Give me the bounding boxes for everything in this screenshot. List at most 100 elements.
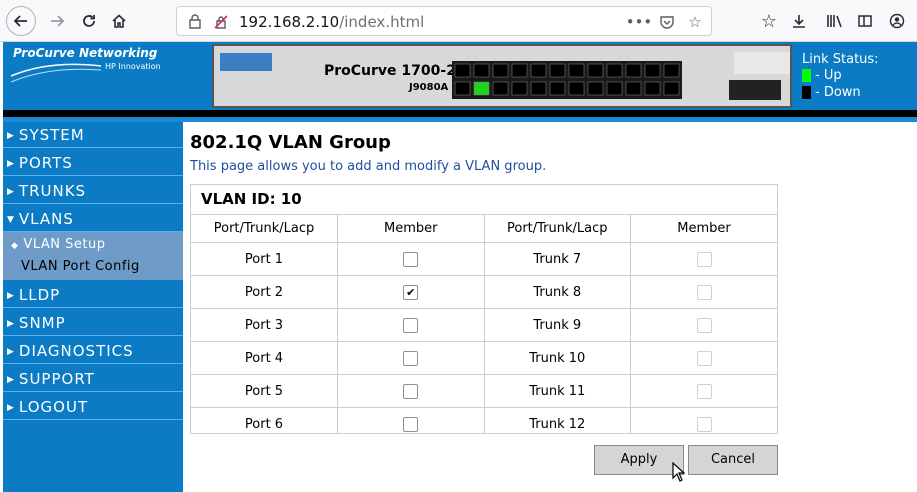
sidebar-item-label: SNMP — [18, 314, 66, 332]
page-content: ProCurve Networking HP Innovation ProCur… — [3, 42, 917, 492]
sidebar-item-label: TRUNKS — [18, 182, 87, 200]
library-button[interactable] — [820, 6, 850, 36]
cancel-button[interactable]: Cancel — [688, 445, 778, 475]
member-checkbox[interactable] — [696, 317, 712, 333]
sidebar-item-label: LLDP — [18, 286, 61, 304]
table-header-row: Port/Trunk/Lacp Member Port/Trunk/Lacp M… — [191, 215, 777, 243]
link-up-label: - Up — [815, 68, 842, 83]
sidebar-item-lldp[interactable]: ▶ LLDP — [3, 282, 183, 308]
member-checkbox[interactable] — [696, 284, 712, 300]
member-checkbox[interactable] — [696, 416, 712, 432]
arrow-right-icon: ▶ — [7, 186, 15, 197]
right-port-label: Trunk 10 — [484, 341, 631, 375]
sidebar-item-logout[interactable]: ▶ LOGOUT — [3, 394, 183, 420]
member-checkbox[interactable] — [696, 383, 712, 399]
right-port-label: Trunk 12 — [484, 407, 631, 433]
reader-star-button[interactable]: ☆ — [754, 6, 784, 36]
forward-button[interactable] — [42, 6, 72, 36]
table-row: Port 3 Trunk 9 — [191, 308, 777, 342]
member-checkbox[interactable] — [403, 350, 419, 366]
table-row: Port 2 ✔ Trunk 8 — [191, 275, 777, 309]
bookmark-star-icon[interactable]: ☆ — [685, 12, 705, 32]
sidebar-item-ports[interactable]: ▶ PORTS — [3, 150, 183, 176]
right-member-cell — [630, 275, 777, 309]
column-header: Member — [337, 215, 485, 243]
member-checkbox[interactable] — [696, 251, 712, 267]
switch-model: ProCurve 1700-24 — [324, 63, 466, 79]
diamond-bullet-icon: ◆ — [11, 241, 19, 251]
column-header: Port/Trunk/Lacp — [191, 215, 338, 243]
sidebar-nav: ▶ SYSTEM ▶ PORTS ▶ TRUNKS ▼ VLANS ◆ VLAN Setu… — [3, 122, 183, 492]
right-port-label: Trunk 9 — [484, 308, 631, 342]
submenu-item-label: VLAN Setup — [23, 237, 106, 252]
page-actions-icon[interactable]: ••• — [626, 12, 653, 32]
account-button[interactable] — [882, 6, 912, 36]
right-member-cell — [630, 407, 777, 433]
table-body: Port 1 Trunk 7 Port 2 ✔ Trunk 8 Port 3 Trunk 9… — [191, 242, 777, 433]
forward-arrow-icon — [51, 15, 65, 27]
member-checkbox[interactable] — [403, 383, 419, 399]
sidebar-item-vlans[interactable]: ▼ VLANS — [3, 206, 183, 232]
insecure-lock-icon[interactable] — [211, 12, 231, 32]
reload-button[interactable] — [74, 6, 104, 36]
left-member-cell — [337, 242, 485, 276]
back-button[interactable] — [6, 6, 36, 36]
right-member-cell — [630, 308, 777, 342]
page-title: 802.1Q VLAN Group — [190, 132, 391, 153]
pocket-icon[interactable] — [657, 12, 677, 32]
mouse-cursor-icon — [672, 462, 686, 482]
table-row: Port 1 Trunk 7 — [191, 242, 777, 276]
link-status-title: Link Status: — [802, 52, 879, 67]
sidebar-button[interactable] — [850, 6, 880, 36]
sidebar-item-trunks[interactable]: ▶ TRUNKS — [3, 178, 183, 204]
logo-swoosh-icon — [10, 63, 102, 83]
home-button[interactable] — [104, 6, 134, 36]
url-text: 192.168.2.10/index.html — [239, 13, 424, 31]
url-bar[interactable]: 192.168.2.10/index.html ••• ☆ — [176, 6, 712, 36]
column-header: Port/Trunk/Lacp — [484, 215, 631, 243]
downloads-button[interactable] — [784, 6, 814, 36]
member-checkbox[interactable] — [696, 350, 712, 366]
url-host: 192.168.2.10 — [239, 13, 340, 31]
sidebar-item-label: DIAGNOSTICS — [18, 342, 134, 360]
arrow-right-icon: ▶ — [7, 346, 15, 357]
switch-brand-logo — [734, 52, 790, 74]
apply-button[interactable]: Apply — [594, 445, 684, 475]
submenu-item-vlan-port-config[interactable]: VLAN Port Config — [3, 256, 183, 278]
left-member-cell — [337, 341, 485, 375]
sidebar-item-snmp[interactable]: ▶ SNMP — [3, 310, 183, 336]
sidebar-item-label: LOGOUT — [18, 398, 89, 416]
right-port-label: Trunk 7 — [484, 242, 631, 276]
page-info-icon[interactable] — [185, 12, 205, 32]
submenu-item-label: VLAN Port Config — [21, 259, 140, 274]
sidebar-icon — [858, 15, 872, 27]
down-color-swatch — [802, 86, 811, 99]
sidebar-item-system[interactable]: ▶ SYSTEM — [3, 122, 183, 148]
sidebar-item-support[interactable]: ▶ SUPPORT — [3, 366, 183, 392]
left-port-label: Port 3 — [191, 308, 338, 342]
browser-toolbar: 192.168.2.10/index.html ••• ☆ ☆ — [0, 0, 917, 42]
arrow-right-icon: ▶ — [7, 402, 15, 413]
left-member-cell — [337, 308, 485, 342]
download-icon — [793, 15, 805, 28]
member-checkbox[interactable] — [403, 317, 419, 333]
member-checkbox[interactable]: ✔ — [403, 284, 419, 300]
up-color-swatch — [802, 69, 811, 82]
sidebar-item-label: SYSTEM — [18, 126, 85, 144]
reload-icon — [83, 15, 95, 27]
left-port-label: Port 1 — [191, 242, 338, 276]
submenu-item-vlan-setup[interactable]: ◆ VLAN Setup — [3, 234, 183, 256]
vlan-member-grid: VLAN ID: 10 Port/Trunk/Lacp Member Port/… — [190, 184, 778, 434]
link-status-up: - Up — [802, 68, 842, 83]
member-checkbox[interactable] — [403, 416, 419, 432]
logo-subtitle: HP Innovation — [105, 62, 161, 71]
sidebar-item-diagnostics[interactable]: ▶ DIAGNOSTICS — [3, 338, 183, 364]
member-checkbox[interactable] — [403, 251, 419, 267]
column-header: Member — [630, 215, 777, 243]
sfp-ports — [729, 80, 781, 100]
switch-faceplate: ProCurve 1700-24 J9080A — [212, 44, 792, 108]
left-member-cell: ✔ — [337, 275, 485, 309]
header-banner: ProCurve Networking HP Innovation ProCur… — [3, 42, 917, 110]
link-status-down: - Down — [802, 85, 861, 100]
home-icon — [112, 14, 126, 28]
